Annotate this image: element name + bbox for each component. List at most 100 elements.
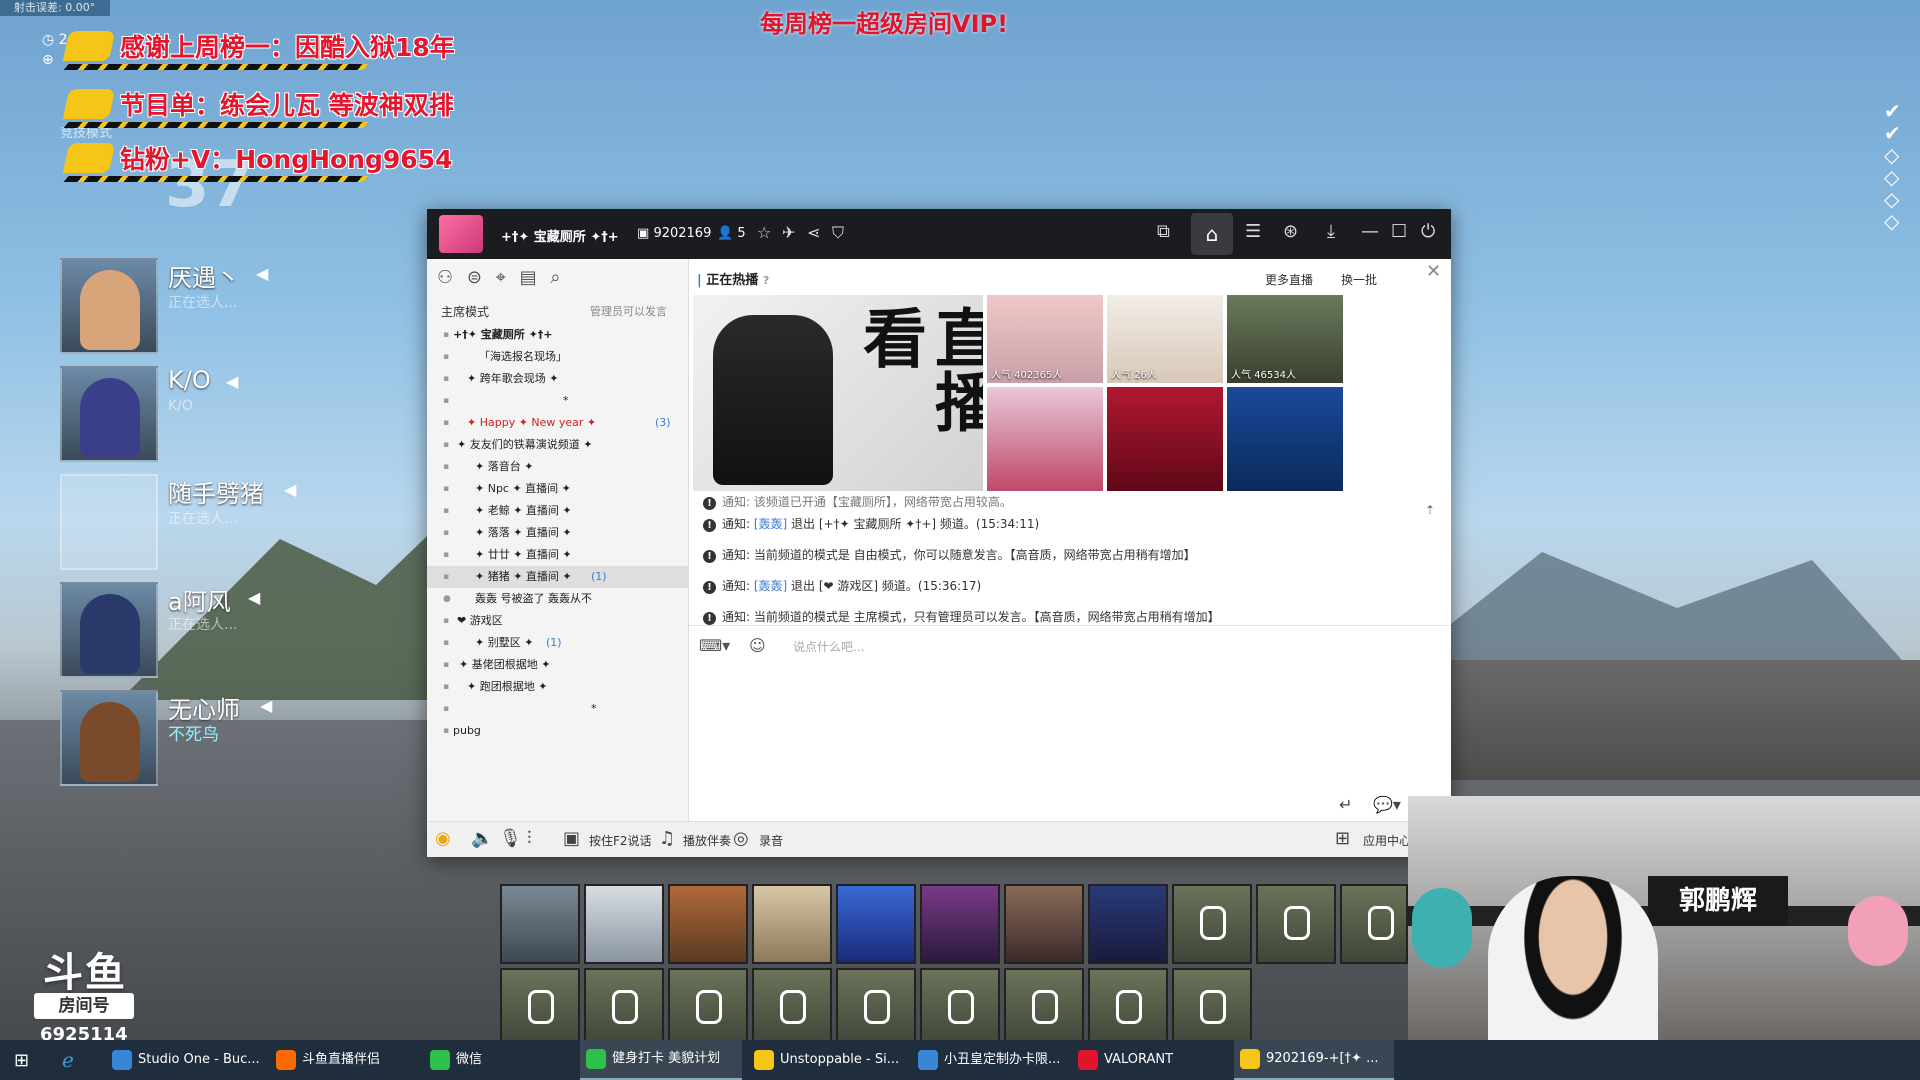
taskbar-app[interactable]: Studio One - Buc... xyxy=(106,1040,266,1080)
channel-tree-item[interactable]: ● 轰轰 号被盗了 轰轰从不 xyxy=(427,588,689,610)
channel-tree-item[interactable]: ▪ +†✦ 宝藏厕所 ✦†+ xyxy=(427,324,689,346)
app-center-button[interactable]: 应用中心 xyxy=(1363,832,1411,849)
gamepad-icon[interactable]: ⊛ xyxy=(1283,221,1298,242)
channel-tree-item[interactable]: ▪ ✦ 落音台 ✦ xyxy=(427,456,689,478)
record-button[interactable]: 录音 xyxy=(759,832,783,849)
taskbar-app[interactable]: 9202169-+[†✦ ... xyxy=(1234,1040,1394,1080)
channel-tree-item[interactable]: ▪ ✦ 别墅区 ✦ (1) xyxy=(427,632,689,654)
agent-tile[interactable] xyxy=(1088,884,1168,964)
channel-avatar[interactable] xyxy=(439,215,483,253)
download-icon[interactable]: ⤓ xyxy=(1327,221,1335,242)
agent-tile-locked[interactable] xyxy=(1256,884,1336,964)
tree-toolbar: ⚇ ⊜ ⌖ ▤ ⌕ xyxy=(437,267,560,288)
plane-icon[interactable]: ✈ xyxy=(782,223,795,242)
channel-tree-item[interactable]: ▪ ✦ Happy ✦ New year ✦ (3) xyxy=(427,412,689,434)
channel-tree-item[interactable]: ▪ * xyxy=(427,390,689,412)
agent-tile-locked[interactable] xyxy=(1340,884,1408,964)
more-live-link[interactable]: 更多直播 xyxy=(1265,271,1313,288)
channel-tree-item[interactable]: ▪ 「海选报名现场」 xyxy=(427,346,689,368)
board-icon[interactable]: ▤ xyxy=(520,267,537,288)
agent-tile[interactable] xyxy=(752,884,832,964)
agent-tile-locked[interactable] xyxy=(1004,968,1084,1048)
app-icon xyxy=(276,1050,296,1070)
hot-tile[interactable]: 人气 402365人 xyxy=(987,295,1103,383)
agent-tile-locked[interactable] xyxy=(584,968,664,1048)
chat-input[interactable]: 说点什么吧... xyxy=(793,638,864,655)
chat-bubble-icon[interactable]: 💬▾ xyxy=(1373,795,1401,814)
apps-icon[interactable]: ⊞ xyxy=(1335,828,1350,849)
channel-tree-item[interactable]: ▪ ❤ 游戏区 xyxy=(427,610,689,632)
channel-tree-item[interactable]: ▪ ✦ 基佬团根据地 ✦ xyxy=(427,654,689,676)
location-icon[interactable]: ⌖ xyxy=(496,267,506,288)
power-icon[interactable]: ⏻ xyxy=(1421,221,1435,242)
taskbar-app[interactable]: 小丑皇定制办卡限... xyxy=(912,1040,1068,1080)
shield-icon[interactable]: ⛉ xyxy=(832,223,844,243)
channel-tree-item[interactable]: ▪ ✦ 友友们的铁幕演说频道 ✦ xyxy=(427,434,689,456)
yy-logo-icon[interactable]: ◉ xyxy=(435,828,451,849)
list-icon[interactable]: ☰ xyxy=(1245,221,1261,242)
taskbar-app[interactable]: Unstoppable - Si... xyxy=(748,1040,908,1080)
channel-tree-item[interactable]: ▪ ✦ Npc ✦ 直播间 ✦ xyxy=(427,478,689,500)
channel-tree-item[interactable]: ▪ * xyxy=(427,698,689,720)
ie-icon[interactable]: ℯ xyxy=(62,1048,74,1072)
lock-icon: ▪ xyxy=(443,440,450,450)
agent-tile-locked[interactable] xyxy=(1172,884,1252,964)
video-icon[interactable]: ⧉ xyxy=(1157,221,1170,242)
scroll-top-icon[interactable]: ⇡ xyxy=(1425,503,1435,517)
minimize-icon[interactable]: — xyxy=(1361,221,1379,242)
agent-tile[interactable] xyxy=(1004,884,1084,964)
home-icon[interactable]: ⌂ xyxy=(1191,213,1233,255)
mixer-icon[interactable]: ⫶ xyxy=(527,828,532,849)
search-icon[interactable]: ⌕ xyxy=(550,267,560,288)
app-icon xyxy=(754,1050,774,1070)
push-to-talk-button[interactable]: 按住F2说话 xyxy=(589,832,652,849)
emoji-icon[interactable]: ☺ xyxy=(749,636,766,655)
speaker-icon[interactable]: 🔈 xyxy=(471,828,493,849)
channel-tree-item[interactable]: ▪ ✦ 跑团根据地 ✦ xyxy=(427,676,689,698)
hot-tile[interactable]: 人气 46534人 xyxy=(1227,295,1343,383)
agent-tile[interactable] xyxy=(836,884,916,964)
taskbar-app[interactable]: VALORANT xyxy=(1072,1040,1228,1080)
mic-group-icon[interactable]: ⊜ xyxy=(467,267,482,288)
taskbar-app[interactable]: 斗鱼直播伴侣 xyxy=(270,1040,420,1080)
taskbar-app[interactable]: 健身打卡 美貌计划 xyxy=(580,1040,742,1080)
music-icon[interactable]: ♫ xyxy=(659,828,675,849)
f2-icon[interactable]: ▣ xyxy=(563,828,580,849)
agent-tile-locked[interactable] xyxy=(1172,968,1252,1048)
gamepad-icon[interactable]: ⌨▾ xyxy=(699,636,730,655)
agent-tile[interactable] xyxy=(920,884,1000,964)
agent-tile-locked[interactable] xyxy=(668,968,748,1048)
channel-tree-item[interactable]: ▪ ✦ 跨年歌会现场 ✦ xyxy=(427,368,689,390)
hot-tile-big[interactable]: 直播看 xyxy=(693,295,983,491)
star-icon[interactable]: ☆ xyxy=(757,223,771,242)
hot-tile[interactable] xyxy=(1227,387,1343,491)
hot-tile[interactable] xyxy=(1107,387,1223,491)
agent-tile-locked[interactable] xyxy=(836,968,916,1048)
share-icon[interactable]: ⋖ xyxy=(807,223,820,242)
record-icon[interactable]: ◎ xyxy=(733,828,749,849)
channel-tree-item[interactable]: ▪ ✦ 老鲸 ✦ 直播间 ✦ xyxy=(427,500,689,522)
refresh-link[interactable]: 换一批 xyxy=(1341,271,1377,288)
maximize-icon[interactable]: ☐ xyxy=(1391,221,1407,242)
agent-tile-locked[interactable] xyxy=(500,968,580,1048)
agent-tile-locked[interactable] xyxy=(1088,968,1168,1048)
hot-tile[interactable]: 人气 26人 xyxy=(1107,295,1223,383)
user-icon[interactable]: ⚇ xyxy=(437,267,453,288)
mic-icon[interactable]: 🎙 xyxy=(499,828,522,849)
windows-start-icon[interactable]: ⊞ xyxy=(14,1050,34,1071)
agent-tile[interactable] xyxy=(500,884,580,964)
agent-tile[interactable] xyxy=(668,884,748,964)
close-icon[interactable]: ✕ xyxy=(1426,261,1441,282)
accompany-button[interactable]: 播放伴奏 xyxy=(683,832,731,849)
channel-tree-item[interactable]: ▪ ✦ 落落 ✦ 直播间 ✦ xyxy=(427,522,689,544)
hot-tile[interactable] xyxy=(987,387,1103,491)
taskbar-app[interactable]: 微信 xyxy=(424,1040,574,1080)
channel-tree-item[interactable]: ▪ ✦ 廿廿 ✦ 直播间 ✦ xyxy=(427,544,689,566)
channel-tree-item[interactable]: ▪ ✦ 猪猪 ✦ 直播间 ✦ (1) xyxy=(427,566,689,588)
agent-tile[interactable] xyxy=(584,884,664,964)
agent-tile-locked[interactable] xyxy=(752,968,832,1048)
agent-tile-locked[interactable] xyxy=(920,968,1000,1048)
lock-icon: ▪ xyxy=(443,638,450,648)
enter-icon[interactable]: ↵ xyxy=(1339,795,1352,814)
channel-tree-item[interactable]: ▪ pubg xyxy=(427,720,689,742)
